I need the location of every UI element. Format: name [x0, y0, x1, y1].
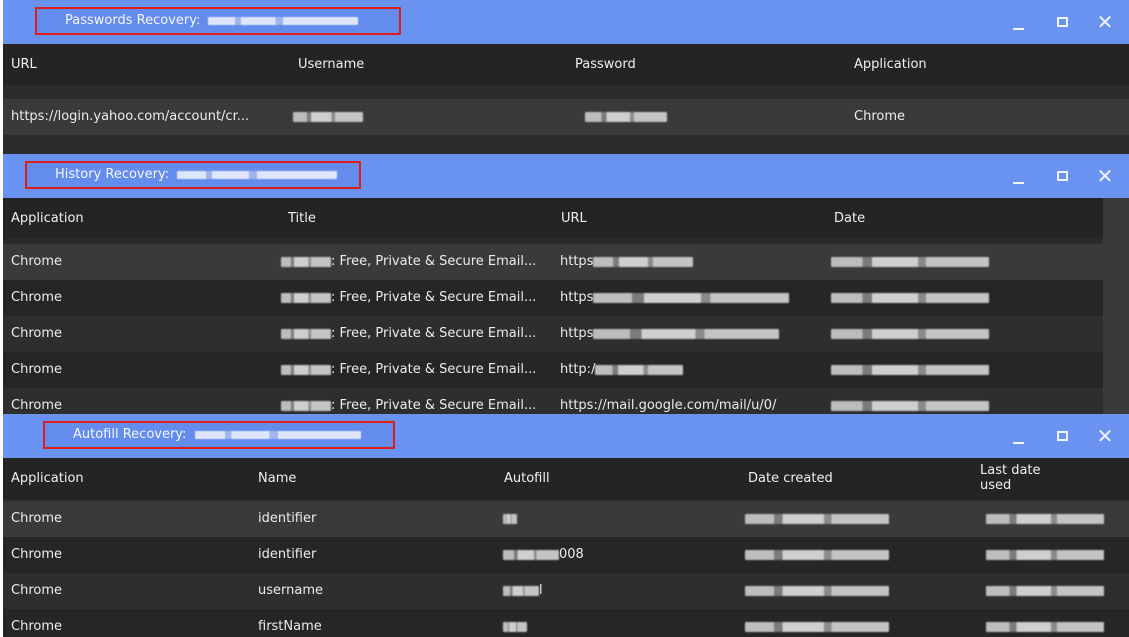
table-row[interactable]: Chrome username l — [3, 573, 1129, 609]
column-header-last-date-used[interactable]: Last date used — [980, 458, 1060, 499]
close-button[interactable]: ✕ — [1085, 414, 1125, 458]
application-cell: Chrome — [11, 290, 62, 305]
title-cell: : Free, Private & Secure Email... — [281, 244, 536, 280]
maximize-button[interactable] — [1043, 154, 1083, 198]
column-header-username[interactable]: Username — [298, 44, 364, 85]
column-header-url[interactable]: URL — [561, 198, 587, 239]
passwords-header: URL Username Password Application — [3, 44, 1129, 85]
minimize-button[interactable] — [999, 414, 1039, 458]
table-row[interactable]: Chrome firstName — [3, 609, 1129, 637]
url-cell: https://login.yahoo.com/account/cr... — [11, 109, 250, 124]
autofill-cell — [503, 501, 517, 537]
name-cell: firstName — [258, 619, 322, 634]
column-header-autofill[interactable]: Autofill — [504, 458, 550, 499]
history-titlebar[interactable]: History Recovery: ✕ — [3, 154, 1129, 198]
date-cell — [831, 316, 989, 352]
table-row[interactable]: Chrome : Free, Private & Secure Email...… — [3, 244, 1129, 280]
username-cell — [293, 99, 363, 135]
date-cell — [831, 352, 989, 388]
minimize-button[interactable] — [999, 0, 1039, 44]
date-created-cell — [745, 573, 889, 609]
close-button[interactable]: ✕ — [1085, 0, 1125, 44]
name-cell: username — [258, 583, 323, 598]
column-header-title[interactable]: Title — [288, 198, 316, 239]
autofill-recovery-window: Autofill Recovery: ✕ Application Name Au… — [3, 414, 1129, 637]
date-created-cell — [745, 501, 889, 537]
title-cell: : Free, Private & Secure Email... — [281, 388, 536, 416]
last-date-used-cell — [986, 537, 1104, 573]
autofill-cell: 008 — [503, 537, 584, 573]
date-created-cell — [745, 537, 889, 573]
maximize-button[interactable] — [1043, 0, 1083, 44]
passwords-titlebar[interactable]: Passwords Recovery: ✕ — [3, 0, 1129, 44]
application-cell: Chrome — [11, 583, 62, 598]
url-cell: http:/ — [560, 352, 684, 388]
last-date-used-cell — [986, 501, 1104, 537]
column-header-application[interactable]: Application — [11, 198, 84, 239]
table-row[interactable]: Chrome identifier 008 — [3, 537, 1129, 573]
passwords-title: Passwords Recovery: — [65, 13, 201, 28]
redacted-host — [194, 430, 361, 439]
redacted-host — [208, 16, 359, 25]
application-cell: Chrome — [854, 109, 905, 124]
date-cell — [831, 244, 989, 280]
minimize-button[interactable] — [999, 154, 1039, 198]
table-row[interactable]: Chrome identifier — [3, 501, 1129, 537]
column-header-date[interactable]: Date — [834, 198, 865, 239]
redacted-host — [177, 170, 338, 179]
autofill-cell: l — [503, 573, 543, 609]
vertical-scrollbar[interactable] — [1103, 198, 1129, 416]
url-cell: https — [560, 316, 780, 352]
autofill-cell — [503, 609, 527, 637]
title-cell: : Free, Private & Secure Email... — [281, 280, 536, 316]
history-title: History Recovery: — [55, 167, 170, 182]
passwords-title-highlight: Passwords Recovery: — [35, 7, 401, 35]
table-row[interactable]: Chrome : Free, Private & Secure Email...… — [3, 388, 1129, 416]
date-created-cell — [745, 609, 889, 637]
autofill-title: Autofill Recovery: — [73, 427, 187, 442]
title-cell: : Free, Private & Secure Email... — [281, 352, 536, 388]
table-row[interactable]: Chrome : Free, Private & Secure Email...… — [3, 352, 1129, 388]
column-header-password[interactable]: Password — [575, 44, 636, 85]
url-cell: https://mail.google.com/mail/u/0/ — [560, 398, 777, 413]
name-cell: identifier — [258, 547, 317, 562]
url-cell: https — [560, 280, 790, 316]
column-header-name[interactable]: Name — [258, 458, 296, 499]
autofill-titlebar[interactable]: Autofill Recovery: ✕ — [3, 414, 1129, 458]
column-header-url[interactable]: URL — [11, 44, 37, 85]
last-date-used-cell — [986, 609, 1104, 637]
autofill-title-highlight: Autofill Recovery: — [43, 421, 395, 449]
name-cell: identifier — [258, 511, 317, 526]
application-cell: Chrome — [11, 547, 62, 562]
application-cell: Chrome — [11, 254, 62, 269]
password-cell — [585, 99, 667, 135]
history-recovery-window: History Recovery: ✕ Application Title UR… — [3, 154, 1129, 416]
table-row[interactable]: https://login.yahoo.com/account/cr... Ch… — [3, 99, 1129, 135]
passwords-recovery-window: Passwords Recovery: ✕ URL Username Passw… — [3, 0, 1129, 155]
application-cell: Chrome — [11, 619, 62, 634]
application-cell: Chrome — [11, 326, 62, 341]
column-header-application[interactable]: Application — [854, 44, 927, 85]
maximize-button[interactable] — [1043, 414, 1083, 458]
table-row[interactable]: Chrome : Free, Private & Secure Email...… — [3, 316, 1129, 352]
autofill-header: Application Name Autofill Date created L… — [3, 458, 1129, 499]
history-title-highlight: History Recovery: — [25, 161, 361, 189]
date-cell — [831, 280, 989, 316]
title-cell: : Free, Private & Secure Email... — [281, 316, 536, 352]
table-row[interactable]: Chrome : Free, Private & Secure Email...… — [3, 280, 1129, 316]
application-cell: Chrome — [11, 362, 62, 377]
last-date-used-cell — [986, 573, 1104, 609]
column-header-application[interactable]: Application — [11, 458, 84, 499]
close-button[interactable]: ✕ — [1085, 154, 1125, 198]
date-cell — [831, 388, 989, 416]
application-cell: Chrome — [11, 511, 62, 526]
url-cell: https — [560, 244, 694, 280]
application-cell: Chrome — [11, 398, 62, 413]
column-header-date-created[interactable]: Date created — [748, 458, 833, 499]
history-header: Application Title URL Date — [3, 198, 1129, 239]
